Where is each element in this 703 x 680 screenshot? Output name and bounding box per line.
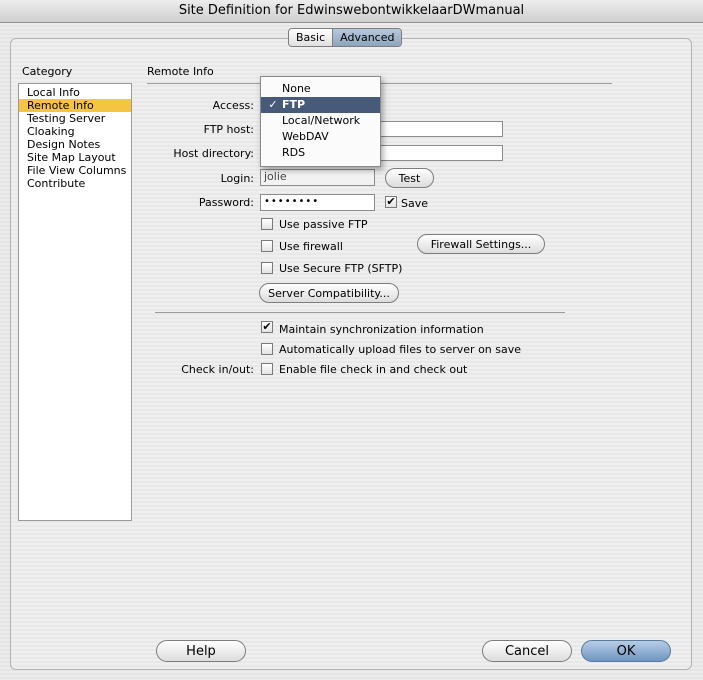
ok-button[interactable]: OK: [581, 640, 671, 662]
cancel-button[interactable]: Cancel: [482, 640, 572, 662]
firewall-settings-button[interactable]: Firewall Settings...: [417, 234, 545, 254]
check-in-out-label: Check in/out:: [181, 363, 254, 376]
checkmark-icon: ✓: [268, 98, 278, 111]
password-label: Password:: [198, 196, 254, 209]
passive-ftp-checkbox[interactable]: [261, 218, 273, 230]
category-item-cloaking[interactable]: Cloaking: [19, 125, 131, 138]
category-heading: Category: [22, 65, 73, 78]
access-option-ftp[interactable]: ✓ FTP: [261, 97, 380, 113]
auto-upload-checkbox[interactable]: [261, 343, 273, 355]
access-option-webdav[interactable]: WebDAV: [261, 129, 380, 145]
category-item-local-info[interactable]: Local Info: [19, 86, 131, 99]
category-list[interactable]: Local Info Remote Info Testing Server Cl…: [18, 83, 132, 521]
use-firewall-checkbox[interactable]: [261, 240, 273, 252]
tab-basic[interactable]: Basic: [289, 29, 334, 46]
enable-checkin-checkbox[interactable]: [261, 363, 273, 375]
secure-ftp-label: Use Secure FTP (SFTP): [279, 262, 403, 275]
sync-divider: [155, 312, 565, 313]
maintain-sync-checkbox[interactable]: ✔: [261, 321, 273, 333]
category-item-design-notes[interactable]: Design Notes: [19, 138, 131, 151]
view-mode-tabs: Basic Advanced: [288, 28, 403, 47]
use-firewall-label: Use firewall: [279, 240, 343, 253]
password-field[interactable]: ••••••••: [260, 194, 375, 211]
window-title: Site Definition for Edwinswebontwikkelaa…: [178, 3, 525, 18]
passive-ftp-label: Use passive FTP: [279, 218, 368, 231]
host-directory-label: Host directory:: [173, 147, 254, 160]
access-option-local-network[interactable]: Local/Network: [261, 113, 380, 129]
save-password-checkbox[interactable]: ✔: [385, 196, 397, 208]
category-item-contribute[interactable]: Contribute: [19, 177, 131, 190]
ftp-host-label: FTP host:: [203, 123, 254, 136]
login-label: Login:: [220, 172, 254, 185]
tab-advanced[interactable]: Advanced: [333, 29, 402, 46]
enable-checkin-label: Enable file check in and check out: [279, 363, 468, 376]
server-compatibility-button[interactable]: Server Compatibility...: [259, 283, 399, 303]
auto-upload-label: Automatically upload files to server on …: [279, 343, 522, 356]
secure-ftp-checkbox[interactable]: [261, 262, 273, 274]
help-button[interactable]: Help: [156, 640, 246, 662]
access-option-none[interactable]: None: [261, 81, 380, 97]
save-password-label: Save: [401, 197, 429, 210]
access-option-rds[interactable]: RDS: [261, 145, 380, 161]
category-item-file-view-columns[interactable]: File View Columns: [19, 164, 131, 177]
category-item-remote-info[interactable]: Remote Info: [19, 99, 131, 112]
access-label: Access:: [212, 99, 254, 112]
maintain-sync-label: Maintain synchronization information: [279, 323, 484, 336]
category-item-site-map-layout[interactable]: Site Map Layout: [19, 151, 131, 164]
window-title-bar: Site Definition for Edwinswebontwikkelaa…: [0, 0, 703, 23]
section-title: Remote Info: [147, 65, 214, 78]
login-field[interactable]: jolie: [260, 169, 375, 186]
test-button[interactable]: Test: [385, 168, 434, 188]
access-dropdown-menu[interactable]: None ✓ FTP Local/Network WebDAV RDS: [260, 76, 381, 167]
category-item-testing-server[interactable]: Testing Server: [19, 112, 131, 125]
